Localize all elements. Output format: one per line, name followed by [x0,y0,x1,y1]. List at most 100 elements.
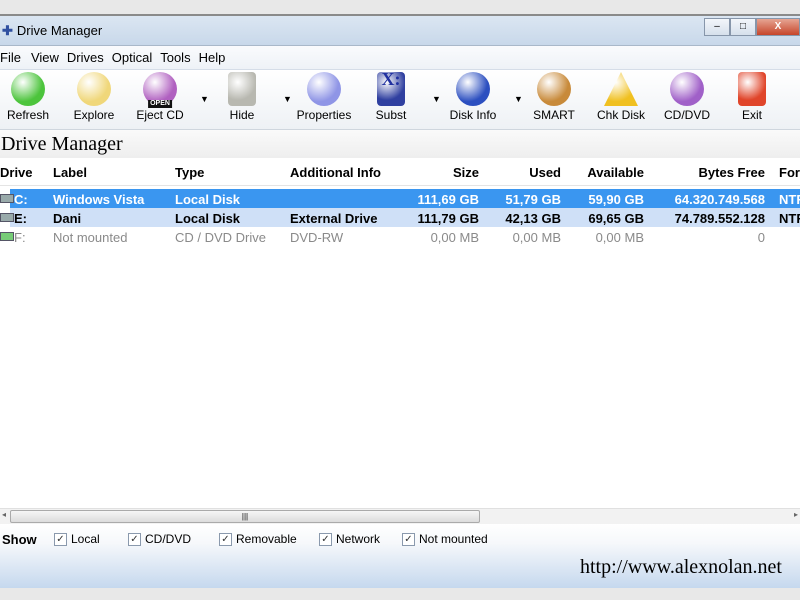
toolbar-button-label: SMART [533,108,575,122]
checkbox-icon[interactable]: ✓ [219,532,232,546]
scroll-left-arrow[interactable]: ◂ [2,510,6,519]
cell-avail: 69,65 GB [588,211,644,226]
minimize-button[interactable]: – [704,18,730,36]
col-label[interactable]: Label [53,165,87,180]
toolbar-eject-cd-button[interactable]: OPEN Eject CD [130,72,190,122]
checkbox-icon[interactable]: ✓ [54,532,67,546]
hard-drive-icon [0,213,14,222]
cell-drive: E: [14,211,27,226]
toolbar-chk-disk-button[interactable]: Chk Disk [591,72,651,122]
toolbar-refresh-button[interactable]: Refresh [0,72,58,122]
website-link[interactable]: http://www.alexnolan.net [580,556,782,579]
cell-type: CD / DVD Drive [175,230,267,245]
info-icon [456,72,490,106]
show-network-checkbox[interactable]: ✓ Network [319,532,380,546]
toolbar-explore-button[interactable]: Explore [64,72,124,122]
brain-icon [537,72,571,106]
toolbar-button-label: Subst [375,108,407,122]
toolbar-button-label: Refresh [6,108,50,122]
drive-letter-badge: X: [381,69,401,89]
refresh-icon [11,72,45,106]
horizontal-scrollbar[interactable]: ◂ ||| ▸ [0,508,800,524]
toolbar-button-label: Properties [296,108,352,122]
cell-type: Local Disk [175,192,241,207]
pie-chart-icon [307,72,341,106]
cell-size: 0,00 MB [430,230,479,245]
toolbar-properties-button[interactable]: Properties [294,72,354,122]
col-size[interactable]: Size [453,165,479,180]
table-row[interactable]: F: Not mounted CD / DVD Drive DVD-RW 0,00 MB… [0,227,800,246]
cell-free: 0 [757,230,765,245]
eject-cd-icon: OPEN [143,72,177,108]
table-header: Drive Label Type Additional Info Size Us… [0,162,800,186]
toolbar-button-label: Eject CD [136,108,184,122]
dropdown-arrow-icon[interactable]: ▼ [432,94,441,104]
menu-tools[interactable]: Tools [160,50,190,65]
cell-label: Dani [53,211,82,226]
dropdown-arrow-icon[interactable]: ▼ [514,94,523,104]
col-bytes-free[interactable]: Bytes Free [699,165,765,180]
checkbox-icon[interactable]: ✓ [319,532,332,546]
drive-manager-window: ✚ Drive Manager – □ X File View Drives O… [0,14,800,588]
toolbar-hide-button[interactable]: Hide [212,72,272,122]
col-used[interactable]: Used [529,165,561,180]
col-additional-info[interactable]: Additional Info [290,165,381,180]
table-row[interactable]: E: Dani Local Disk External Drive 111,79 GB 4… [0,208,800,227]
close-button[interactable]: X [756,18,800,36]
toolbar-button-label: Disk Info [449,108,497,122]
toolbar-smart-button[interactable]: SMART [524,72,584,122]
power-icon [738,72,766,106]
cell-drive: F: [14,230,26,245]
col-format[interactable]: Format [779,165,800,180]
cell-used: 0,00 MB [512,230,561,245]
toolbar: Refresh Explore OPEN Eject CD Hide Properties… [0,70,800,130]
menu-bar: File View Drives Optical Tools Help [0,46,800,70]
toolbar-subst-button[interactable]: X: Subst [361,69,421,122]
show-local-checkbox[interactable]: ✓ Local [54,532,100,546]
subst-drive-icon: X: [377,69,405,106]
table-row[interactable]: C: Windows Vista Local Disk 111,69 GB 51,79 … [0,189,800,208]
show-removable-checkbox[interactable]: ✓ Removable [219,532,297,546]
show-not-mounted-checkbox[interactable]: ✓ Not mounted [402,532,488,546]
cell-format: NTFS [779,211,800,226]
cd-drive-icon [0,232,14,241]
cell-info: DVD-RW [290,230,344,245]
cell-size: 111,79 GB [417,211,479,226]
checkbox-icon[interactable]: ✓ [128,532,141,546]
cell-avail: 59,90 GB [588,192,644,207]
toolbar-exit-button[interactable]: Exit [722,72,782,122]
cell-free: 74.789.552.128 [674,211,765,226]
scrollbar-thumb[interactable]: ||| [10,510,480,523]
col-type[interactable]: Type [175,165,204,180]
menu-help[interactable]: Help [199,50,226,65]
checkbox-icon[interactable]: ✓ [402,532,415,546]
menu-optical[interactable]: Optical [112,50,152,65]
col-available[interactable]: Available [587,165,644,180]
col-drive[interactable]: Drive [0,165,33,180]
dropdown-arrow-icon[interactable]: ▼ [200,94,209,104]
checkbox-label: CD/DVD [145,532,192,546]
menu-drives[interactable]: Drives [67,50,104,65]
toolbar-button-label: Hide [229,108,255,122]
toolbar-disk-info-button[interactable]: Disk Info [443,72,503,122]
cell-type: Local Disk [175,211,241,226]
cell-size: 111,69 GB [417,192,479,207]
dropdown-arrow-icon[interactable]: ▼ [283,94,292,104]
menu-view[interactable]: View [31,50,59,65]
warning-icon [604,72,638,106]
cell-label: Not mounted [53,230,128,245]
window-title: Drive Manager [16,23,103,38]
cell-used: 42,13 GB [505,211,561,226]
cell-label: Windows Vista [53,192,145,207]
checkbox-label: Removable [236,532,297,546]
show-label: Show [2,532,37,547]
scroll-right-arrow[interactable]: ▸ [794,510,798,519]
toolbar-button-label: Exit [741,108,762,122]
folder-search-icon [77,72,111,106]
open-badge: OPEN [148,100,172,108]
toolbar-cd-dvd-button[interactable]: CD/DVD [657,72,717,122]
menu-file[interactable]: File [0,50,21,65]
maximize-button[interactable]: □ [730,18,756,36]
show-cd-dvd-checkbox[interactable]: ✓ CD/DVD [128,532,191,546]
toolbar-button-label: Chk Disk [596,108,645,122]
